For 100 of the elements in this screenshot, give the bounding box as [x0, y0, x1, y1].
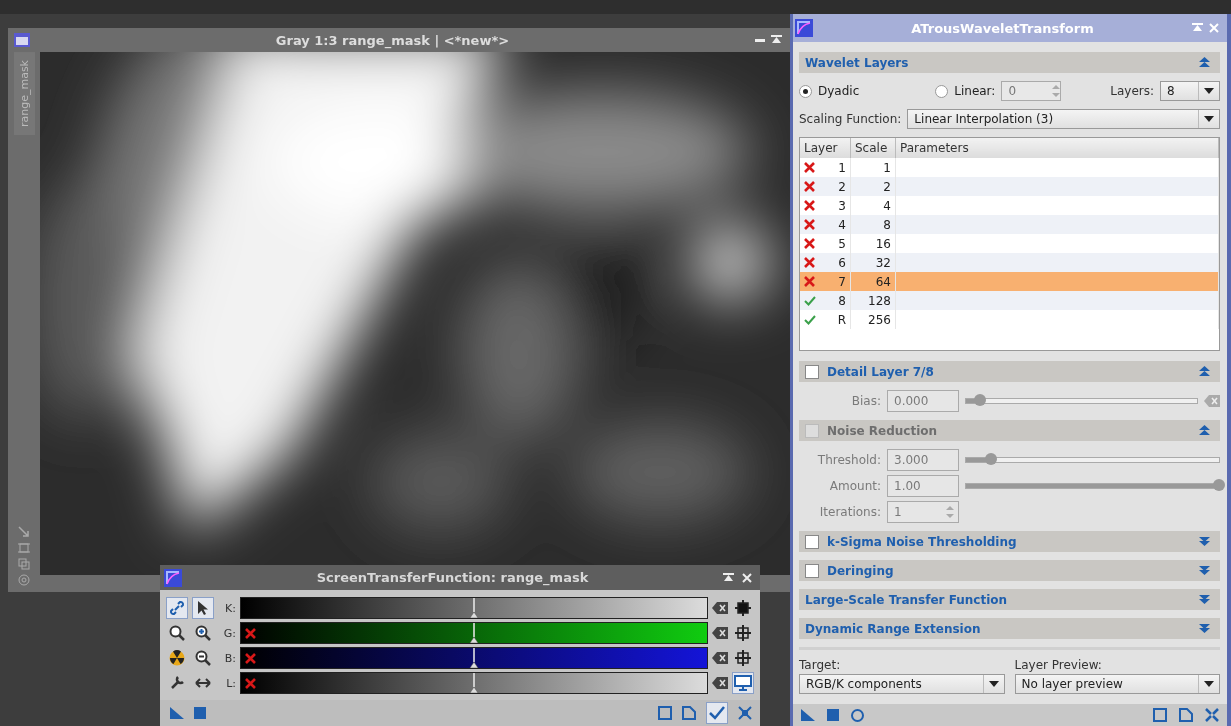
shade-icon[interactable] — [771, 35, 782, 45]
midtone-marker[interactable] — [469, 673, 479, 693]
param-label: Iterations: — [818, 505, 881, 519]
checkbox[interactable] — [805, 563, 819, 578]
reset-icon[interactable] — [712, 602, 728, 614]
param-label: Amount: — [828, 479, 881, 493]
channel-label: L: — [225, 676, 236, 690]
section-header[interactable]: Deringing — [799, 560, 1220, 581]
scale-cell: 1 — [883, 160, 891, 175]
layer-cell: 4 — [838, 217, 846, 232]
expand-icon[interactable] — [1199, 623, 1210, 634]
reset-icon[interactable] — [712, 652, 728, 664]
section-title: Detail Layer 7/8 — [827, 364, 935, 379]
scale-cell: 16 — [875, 236, 891, 251]
reset-icon[interactable] — [712, 677, 728, 689]
scale-cell: 2 — [883, 179, 891, 194]
window-title: Gray 1:3 range_mask | <*new*> — [274, 32, 511, 48]
layer-cell: 2 — [838, 179, 846, 194]
caret-icon — [1204, 88, 1214, 94]
shade-icon[interactable] — [723, 572, 734, 583]
layer-cell: 8 — [838, 293, 846, 308]
checkbox[interactable] — [805, 364, 819, 379]
collapse-icon[interactable] — [1199, 57, 1210, 68]
channel-bar[interactable] — [240, 597, 708, 619]
collapse-icon[interactable] — [738, 706, 752, 720]
scale-cell: 32 — [875, 255, 891, 270]
channel-bar[interactable] — [240, 672, 708, 694]
section-header[interactable]: Dynamic Range Extension — [799, 618, 1220, 639]
section-title: Large-Scale Transfer Function — [805, 592, 1009, 607]
radio-button[interactable] — [935, 84, 949, 98]
layer-preview-dropdown[interactable]: No layer preview — [1014, 674, 1220, 694]
section-header[interactable]: Detail Layer 7/8 — [799, 361, 1220, 382]
new-instance-icon[interactable] — [1153, 708, 1167, 722]
column-header[interactable]: Scale — [850, 138, 896, 158]
channel-label: B: — [223, 651, 236, 665]
channel-bar[interactable] — [240, 622, 708, 644]
process-icon — [164, 568, 182, 587]
layer-cell: R — [837, 312, 846, 327]
arrow-icon[interactable] — [18, 526, 30, 538]
window-title: ATrousWaveletTransform — [910, 20, 1095, 36]
channel-label: K: — [224, 601, 236, 615]
section-header[interactable]: Wavelet Layers — [799, 52, 1220, 73]
checkbox[interactable] — [805, 534, 819, 549]
document-icon[interactable] — [1179, 708, 1193, 722]
expand-icon[interactable] — [1199, 565, 1210, 576]
scale-cell: 8 — [883, 217, 891, 232]
expand-icon[interactable] — [1199, 594, 1210, 605]
target-label: Target: — [799, 658, 842, 672]
radio-label[interactable]: Linear: — [954, 84, 996, 98]
close-icon[interactable] — [742, 572, 752, 583]
window-title: ScreenTransferFunction: range_mask — [315, 570, 590, 585]
layer-cell: 5 — [838, 236, 846, 251]
process-icon — [795, 19, 813, 37]
caret-icon — [988, 681, 999, 687]
reset-icon[interactable] — [712, 627, 728, 639]
expand-icon[interactable] — [1199, 536, 1210, 547]
layers-label: Layers: — [1110, 84, 1154, 98]
linear-field[interactable]: 0 — [1001, 81, 1062, 101]
midtone-marker[interactable] — [469, 598, 479, 618]
caret-icon — [1204, 116, 1214, 122]
collapse-icon[interactable] — [1199, 366, 1210, 377]
section-header[interactable]: k-Sigma Noise Thresholding — [799, 531, 1220, 552]
target-dropdown[interactable]: RGB/K components — [799, 674, 1005, 694]
midtone-marker[interactable] — [469, 623, 479, 643]
section-title: Dynamic Range Extension — [805, 621, 982, 636]
scale-cell: 64 — [875, 274, 891, 289]
layer-row[interactable]: R 256 — [800, 310, 1219, 329]
collapse-icon[interactable] — [1205, 708, 1219, 722]
section-title: Noise Reduction — [827, 423, 939, 438]
scaling-dropdown[interactable]: Linear Interpolation (3) — [907, 109, 1220, 129]
scale-cell: 4 — [883, 198, 891, 213]
section-title: Deringing — [827, 563, 895, 578]
radio-button[interactable] — [799, 84, 812, 98]
layer-cell: 7 — [838, 274, 846, 289]
param-label: Threshold: — [816, 453, 881, 467]
triangle-icon[interactable] — [801, 709, 815, 721]
window-icon — [14, 32, 30, 48]
layer-cell: 1 — [838, 160, 846, 175]
triangle-icon[interactable] — [170, 707, 184, 719]
layer-cell: 3 — [838, 198, 846, 213]
caret-icon — [1204, 681, 1214, 687]
document-icon[interactable] — [682, 706, 696, 720]
param-label: Bias: — [850, 394, 881, 408]
layers-dropdown[interactable]: 8 — [1160, 81, 1220, 101]
section-title: Wavelet Layers — [805, 55, 910, 70]
midtone-marker[interactable] — [469, 648, 479, 668]
section-title: k-Sigma Noise Thresholding — [827, 534, 1018, 549]
column-header[interactable]: Parameters — [895, 138, 1219, 158]
channel-label: G: — [222, 626, 236, 640]
section-header[interactable]: Large-Scale Transfer Function — [799, 589, 1220, 610]
new-instance-icon[interactable] — [658, 706, 672, 720]
scaling-label: Scaling Function: — [799, 112, 902, 126]
radio-label[interactable]: Dyadic — [818, 84, 860, 98]
circle-icon[interactable] — [851, 708, 864, 722]
layer-cell: 6 — [838, 255, 846, 270]
column-header[interactable]: Layer — [800, 138, 851, 158]
double-arrow-icon[interactable] — [195, 677, 211, 689]
layer-preview-label: Layer Preview: — [1014, 658, 1103, 672]
scale-cell: 128 — [868, 293, 891, 308]
scale-cell: 256 — [868, 312, 891, 327]
